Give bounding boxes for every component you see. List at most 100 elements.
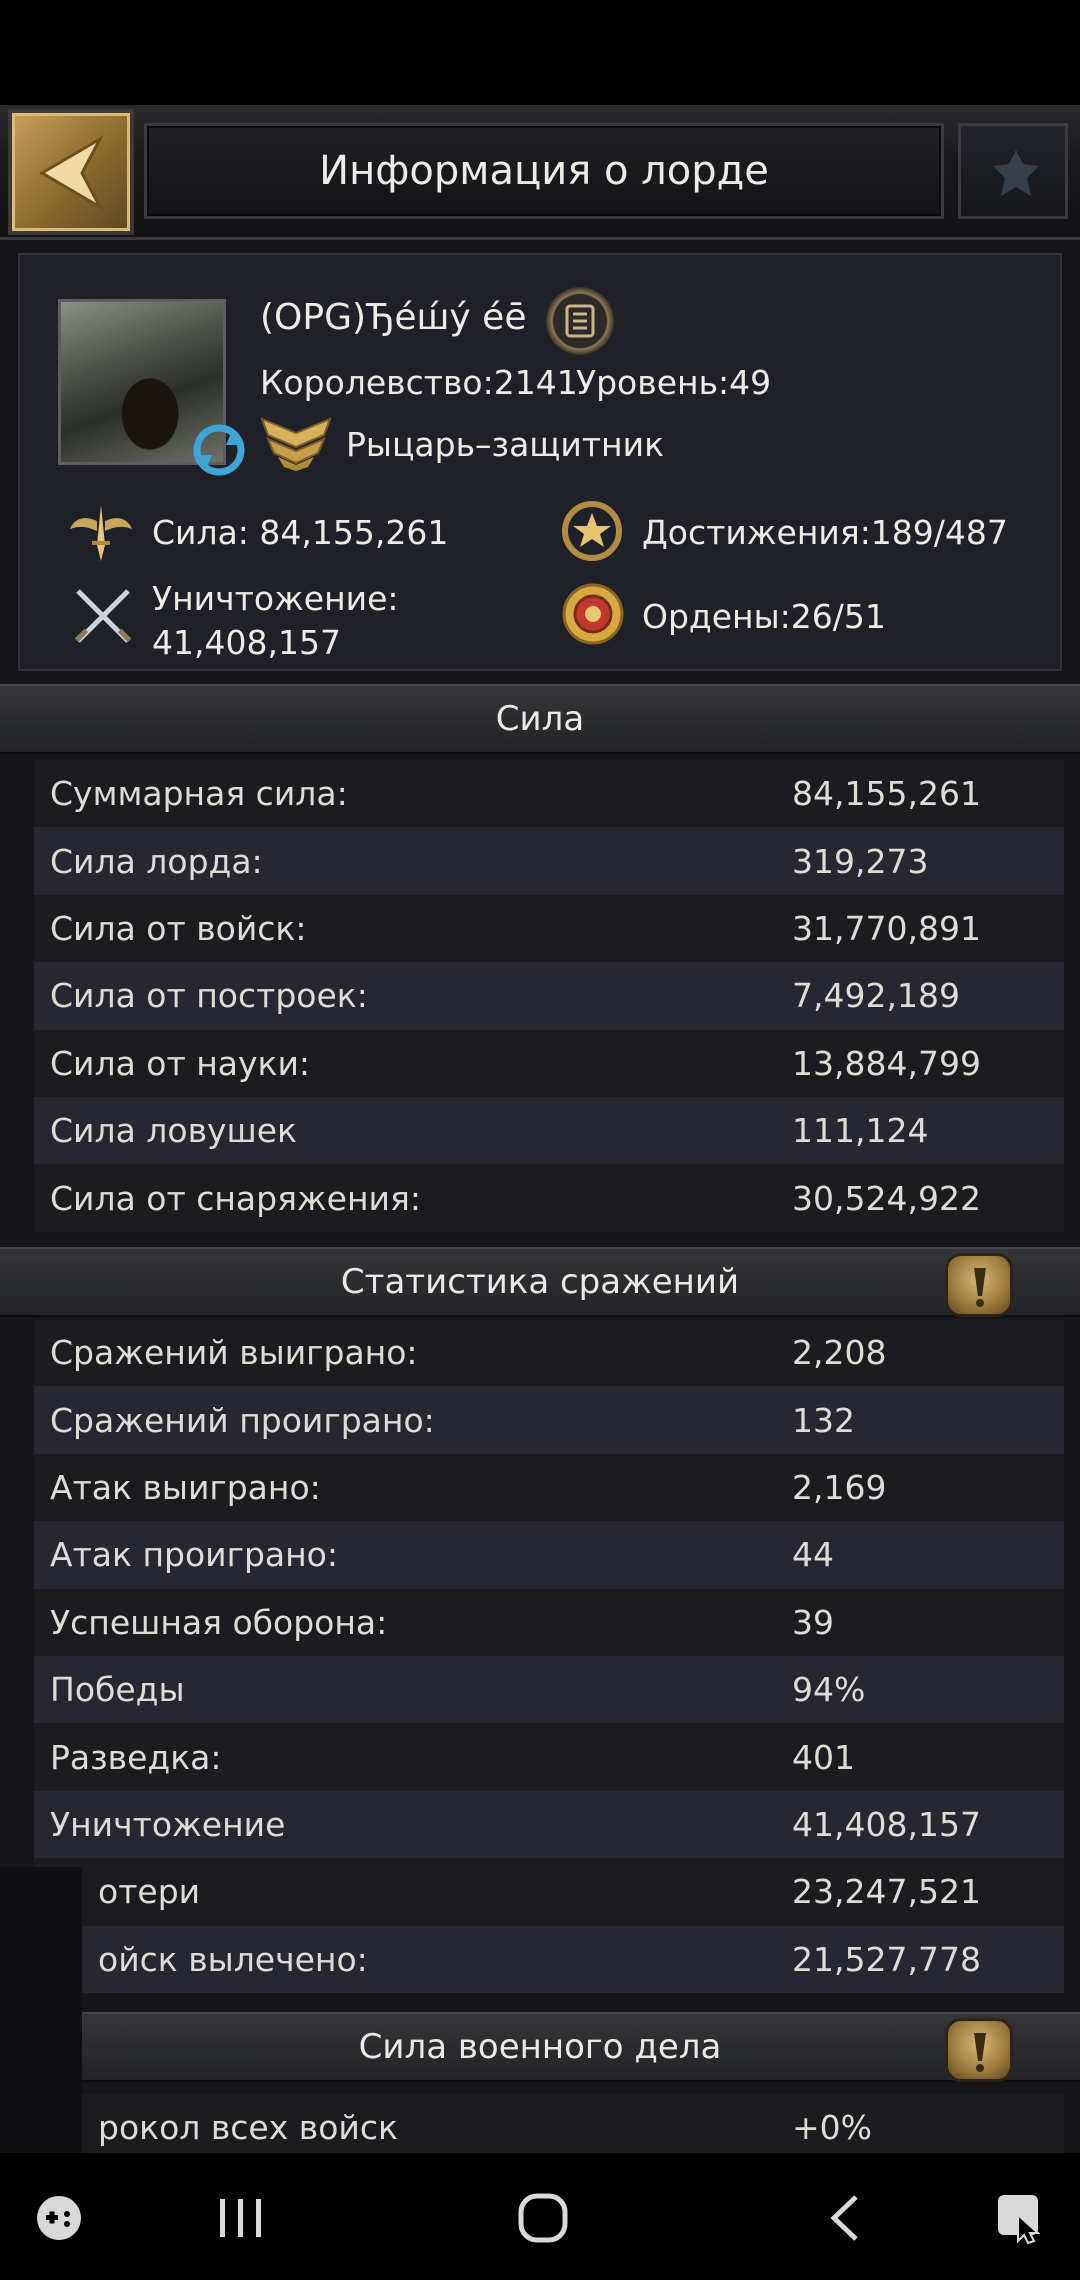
back-nav-icon[interactable] bbox=[826, 2193, 862, 2243]
table-row: Сила от снаряжения: 30,524,922 bbox=[34, 1164, 1064, 1232]
power-stat: Сила: 84,155,261 bbox=[152, 513, 449, 552]
row-label: отери bbox=[98, 1872, 201, 1912]
scroll-icon bbox=[565, 304, 595, 338]
row-label: Сила от науки: bbox=[50, 1043, 311, 1083]
row-value: 401 bbox=[792, 1737, 855, 1777]
screenshot-tool-icon[interactable] bbox=[994, 2189, 1050, 2245]
emblem-icon bbox=[958, 123, 1068, 219]
table-row: Сила лорда: 319,273 bbox=[34, 827, 1064, 895]
table-row: ойск вылечено: 21,527,778 bbox=[34, 1925, 1064, 1993]
row-label: Атак проиграно: bbox=[50, 1535, 338, 1575]
table-row: Сила от науки: 13,884,799 bbox=[34, 1029, 1064, 1097]
refresh-icon[interactable] bbox=[192, 423, 246, 477]
row-label: Сражений проиграно: bbox=[50, 1400, 435, 1440]
exclamation-icon bbox=[974, 2033, 986, 2072]
table-row: Победы 94% bbox=[34, 1655, 1064, 1724]
power-rows: Суммарная сила: 84,155,261 Сила лорда: 319… bbox=[34, 760, 1064, 1232]
table-row: Уничтожение 41,408,157 bbox=[34, 1790, 1064, 1859]
row-value: 31,770,891 bbox=[792, 908, 981, 948]
sword-wings-icon bbox=[70, 505, 132, 561]
row-value: 21,527,778 bbox=[792, 1939, 981, 1979]
page-title: Информация о лорде bbox=[319, 148, 769, 194]
player-name: (OPG)Ђе́ш́у́ е́ē bbox=[260, 297, 527, 338]
rank-label: Рыцарь–защитник bbox=[346, 425, 665, 464]
section-header-military: Сила военного дела bbox=[0, 2012, 1080, 2082]
overlay-strip bbox=[0, 1867, 82, 2153]
row-label: Уничтожение bbox=[50, 1804, 286, 1844]
destruction-label: Уничтожение: bbox=[152, 579, 399, 618]
table-row: Атак проиграно: 44 bbox=[34, 1521, 1064, 1589]
row-value: 13,884,799 bbox=[792, 1043, 981, 1083]
header: Информация о лорде bbox=[0, 105, 1080, 240]
status-bar bbox=[0, 0, 1080, 105]
achievements-stat: Достижения:189/487 bbox=[642, 513, 1008, 552]
lord-info-screen: Информация о лорде (OPG)Ђе́ш́у́ е́ē Коро… bbox=[0, 105, 1080, 2153]
section-title: Статистика сражений bbox=[340, 1262, 740, 1302]
row-value: 2,208 bbox=[792, 1333, 887, 1373]
chevron-left-icon bbox=[39, 135, 104, 211]
row-label: рокол всех войск bbox=[98, 2108, 398, 2148]
row-value: 94% bbox=[792, 1670, 866, 1710]
recent-apps-icon[interactable] bbox=[216, 2197, 266, 2239]
row-label: Сила лорда: bbox=[50, 841, 263, 881]
table-row: Суммарная сила: 84,155,261 bbox=[34, 760, 1064, 828]
table-row: Сила от войск: 31,770,891 bbox=[34, 894, 1064, 963]
destruction-value: 41,408,157 bbox=[152, 623, 341, 662]
medal-icon bbox=[562, 583, 624, 645]
table-row: Сражений проиграно: 132 bbox=[34, 1386, 1064, 1454]
row-label: Атак выиграно: bbox=[50, 1467, 321, 1507]
row-label: Суммарная сила: bbox=[50, 774, 348, 814]
row-label: Сражений выиграно: bbox=[50, 1333, 418, 1373]
chevron-badge-icon bbox=[260, 417, 332, 471]
home-icon[interactable] bbox=[516, 2191, 570, 2245]
row-value: 111,124 bbox=[792, 1111, 929, 1151]
back-button[interactable] bbox=[8, 109, 134, 235]
table-row: Сражений выиграно: 2,208 bbox=[34, 1319, 1064, 1387]
system-nav-bar bbox=[0, 2153, 1080, 2280]
level-label: Уровень:49 bbox=[576, 363, 772, 402]
row-value: 84,155,261 bbox=[792, 774, 981, 814]
section-header-power: Сила bbox=[0, 684, 1080, 754]
table-row: отери 23,247,521 bbox=[34, 1858, 1064, 1926]
row-value: 41,408,157 bbox=[792, 1804, 981, 1844]
row-label: Сила ловушек bbox=[50, 1111, 297, 1151]
row-label: Победы bbox=[50, 1670, 185, 1710]
row-label: ойск вылечено: bbox=[98, 1939, 368, 1979]
orders-stat: Ордены:26/51 bbox=[642, 597, 886, 636]
row-value: 319,273 bbox=[792, 841, 929, 881]
scroll-button[interactable] bbox=[546, 287, 614, 355]
battle-info-button[interactable] bbox=[945, 1253, 1013, 1317]
table-row: Сила от построек: 7,492,189 bbox=[34, 962, 1064, 1030]
section-title: Сила военного дела bbox=[358, 2027, 722, 2067]
table-row: Разведка: 401 bbox=[34, 1723, 1064, 1791]
row-value: +0% bbox=[792, 2108, 873, 2148]
row-label: Сила от войск: bbox=[50, 908, 307, 948]
row-label: Сила от снаряжения: bbox=[50, 1178, 421, 1218]
mini-logo-icon bbox=[18, 1870, 74, 1900]
row-value: 23,247,521 bbox=[792, 1872, 981, 1912]
row-label: Разведка: bbox=[50, 1737, 222, 1777]
table-row: Сила ловушек 111,124 bbox=[34, 1096, 1064, 1165]
kingdom-label: Королевство:2141 bbox=[260, 363, 578, 402]
row-value: 2,169 bbox=[792, 1467, 887, 1507]
game-tools-icon[interactable] bbox=[34, 2193, 84, 2243]
destruction-stat: Уничтожение: 41,408,157 bbox=[152, 577, 399, 665]
row-value: 30,524,922 bbox=[792, 1178, 981, 1218]
row-value: 39 bbox=[792, 1602, 834, 1642]
section-title: Сила bbox=[495, 699, 585, 739]
row-value: 44 bbox=[792, 1535, 834, 1575]
battle-rows: Сражений выиграно: 2,208 Сражений проигра… bbox=[34, 1319, 1064, 1993]
row-value: 132 bbox=[792, 1400, 855, 1440]
military-info-button[interactable] bbox=[945, 2018, 1013, 2082]
table-row: рокол всех войск +0% bbox=[34, 2094, 1064, 2153]
crossed-swords-icon bbox=[74, 589, 132, 643]
row-label: Успешная оборона: bbox=[50, 1602, 388, 1642]
military-rows: рокол всех войск +0% bbox=[34, 2094, 1064, 2153]
title-frame: Информация о лорде bbox=[144, 123, 944, 219]
row-label: Сила от построек: bbox=[50, 976, 368, 1016]
star-laurel-icon bbox=[562, 501, 622, 561]
table-row: Успешная оборона: 39 bbox=[34, 1588, 1064, 1656]
table-row: Атак выиграно: 2,169 bbox=[34, 1453, 1064, 1522]
row-value: 7,492,189 bbox=[792, 976, 960, 1016]
exclamation-icon bbox=[974, 1268, 986, 1307]
